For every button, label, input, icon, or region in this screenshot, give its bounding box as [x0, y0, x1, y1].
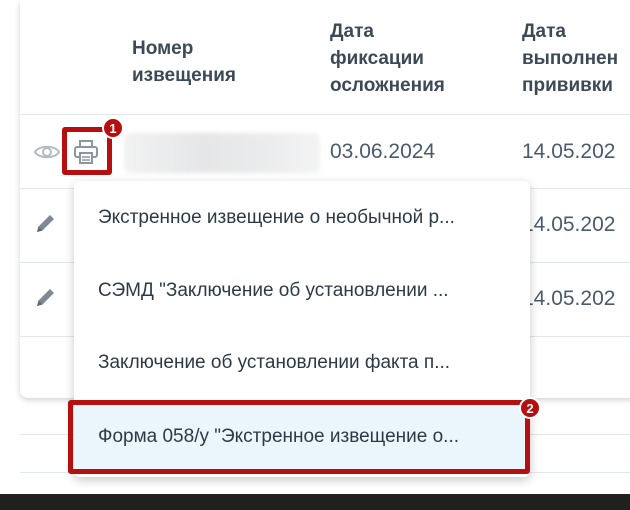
- pencil-icon[interactable]: [34, 211, 58, 235]
- menu-item-label: Заключение об установлении факта п...: [98, 352, 451, 373]
- highlight-form-058-box: [68, 400, 530, 474]
- annotation-badge-1: 1: [102, 117, 124, 139]
- vaccination-date-cell: 14.05.202: [522, 213, 616, 236]
- annotation-badge-2: 2: [519, 397, 541, 419]
- header-divider: [20, 114, 630, 115]
- pencil-icon[interactable]: [34, 285, 58, 309]
- menu-item-fact-conclusion[interactable]: Заключение об установлении факта п...: [74, 328, 530, 398]
- bottom-bar: [0, 494, 630, 510]
- fixation-date-cell: 03.06.2024: [330, 140, 436, 163]
- vaccination-date-cell: 14.05.202: [522, 140, 616, 163]
- menu-item-label: Экстренное извещение о необычной р...: [98, 207, 455, 228]
- column-header-fixation-date[interactable]: Дата фиксации осложнения: [330, 18, 445, 99]
- menu-item-semd-conclusion[interactable]: СЭМД "Заключение об установлении ...: [74, 256, 530, 326]
- menu-item-emergency-notice[interactable]: Экстренное извещение о необычной р...: [74, 183, 530, 253]
- notice-number-blurred: [124, 133, 320, 173]
- column-header-vaccination-date[interactable]: Дата выполнен прививки: [522, 18, 630, 99]
- column-header-notice-number[interactable]: Номер извещения: [132, 35, 236, 89]
- menu-item-label: СЭМД "Заключение об установлении ...: [98, 280, 449, 301]
- vaccination-date-cell: 14.05.202: [522, 287, 616, 310]
- eye-icon[interactable]: [34, 143, 60, 161]
